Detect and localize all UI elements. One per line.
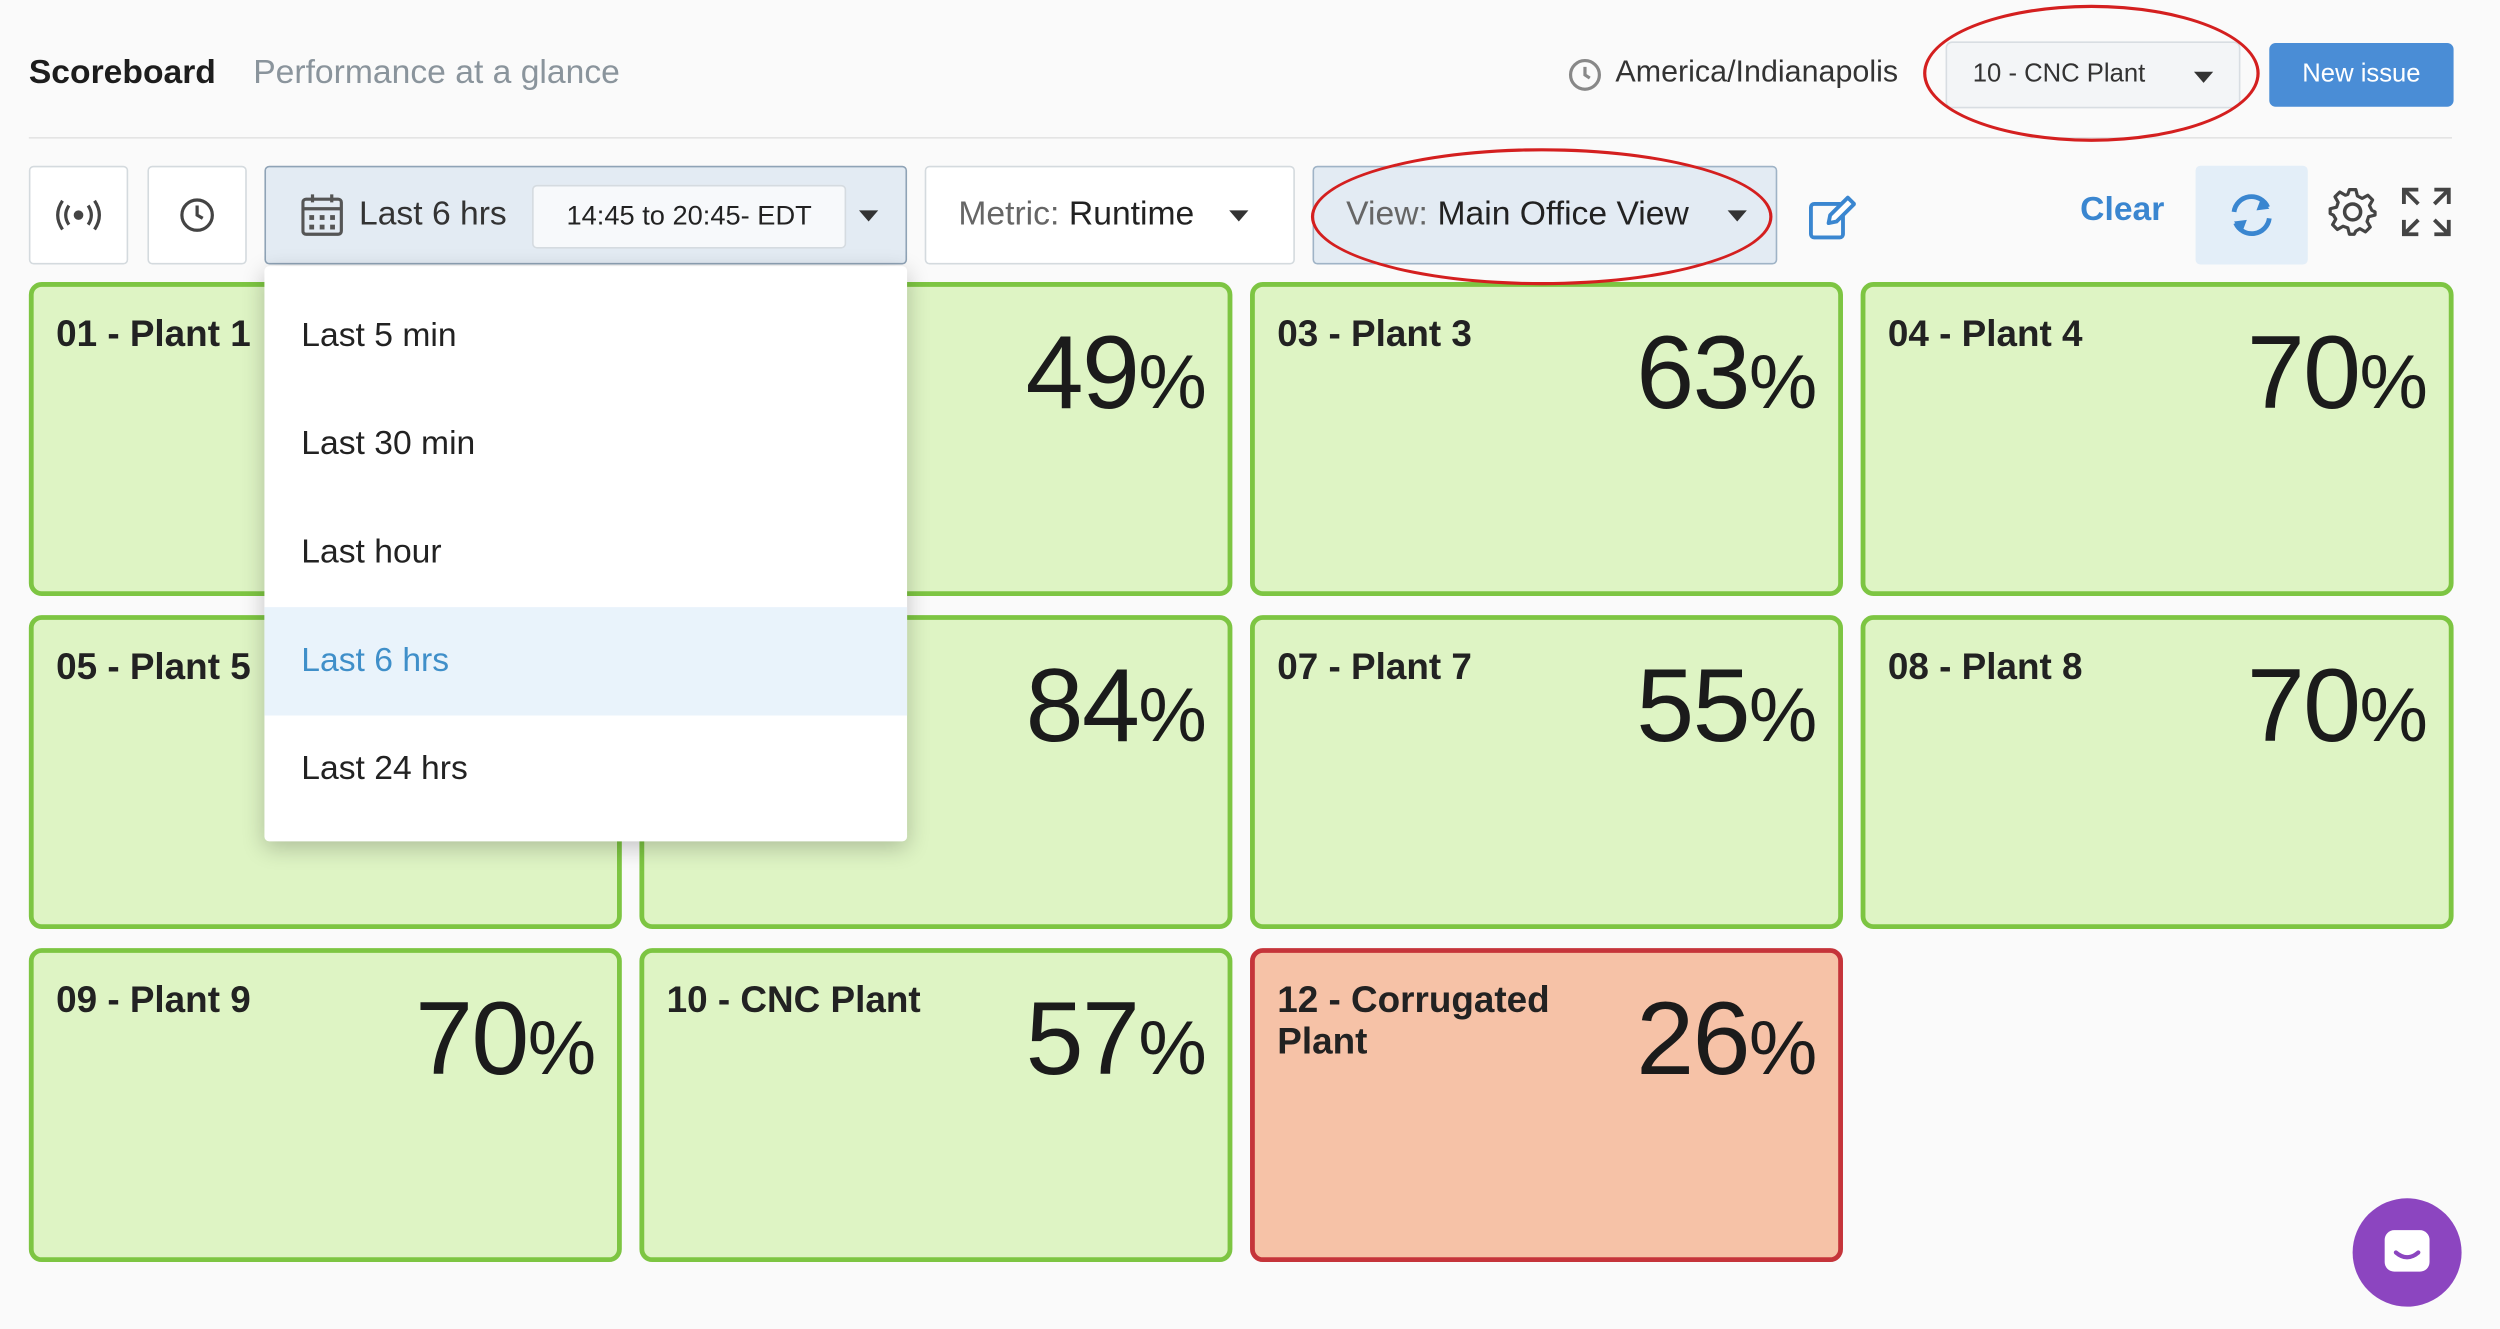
plant-tile[interactable]: 04 - Plant 4 70% xyxy=(1860,282,2454,596)
plant-name: 04 - Plant 4 xyxy=(1887,312,2083,354)
plant-name: 09 - Plant 9 xyxy=(56,978,251,1020)
gear-icon[interactable] xyxy=(2327,186,2378,237)
live-button[interactable] xyxy=(28,165,129,265)
menu-item-last-hour[interactable]: Last hour xyxy=(264,499,907,607)
edit-icon[interactable] xyxy=(1808,194,1856,242)
history-button[interactable] xyxy=(147,165,247,265)
plant-name: 01 - Plant 1 xyxy=(56,312,251,354)
clear-button[interactable]: Clear xyxy=(2080,191,2164,229)
refresh-icon xyxy=(2231,194,2272,236)
plant-runtime-value: 70% xyxy=(2246,645,2428,777)
annotation-circle-view xyxy=(1310,148,1773,286)
runtime-number: 49 xyxy=(1025,313,1140,431)
plant-tile[interactable]: 10 - CNC Plant 57% xyxy=(639,948,1233,1263)
metric-select[interactable]: Metric: Runtime xyxy=(924,165,1295,265)
plant-name: 03 - Plant 3 xyxy=(1277,312,1472,354)
percent-sign: % xyxy=(1138,341,1206,426)
runtime-number: 70 xyxy=(415,980,529,1097)
page-title: Scoreboard xyxy=(28,54,216,91)
percent-sign: % xyxy=(527,1007,596,1092)
time-range-label: Last 6 hrs xyxy=(358,196,507,233)
runtime-number: 26 xyxy=(1636,980,1750,1097)
plant-name: 10 - CNC Plant xyxy=(666,978,921,1020)
percent-sign: % xyxy=(2359,341,2428,426)
chat-icon xyxy=(2384,1230,2430,1272)
menu-item-last-6-hrs[interactable]: Last 6 hrs xyxy=(264,607,908,716)
runtime-number: 84 xyxy=(1025,646,1140,764)
runtime-number: 63 xyxy=(1636,313,1750,431)
clock-icon xyxy=(1568,58,1601,91)
clock-icon xyxy=(180,198,214,232)
percent-sign: % xyxy=(1138,674,1206,759)
percent-sign: % xyxy=(1748,674,1817,759)
chat-button[interactable] xyxy=(2352,1198,2462,1307)
metric-value: Runtime xyxy=(1068,196,1195,233)
calendar-icon xyxy=(301,194,343,236)
timezone-label: America/Indianapolis xyxy=(1615,55,1899,90)
live-broadcast-icon xyxy=(56,199,101,231)
new-issue-button[interactable]: New issue xyxy=(2269,43,2454,107)
plant-tile[interactable]: 07 - Plant 7 55% xyxy=(1250,615,1843,930)
refresh-button[interactable] xyxy=(2195,165,2308,265)
percent-sign: % xyxy=(1748,341,1817,426)
plant-tile[interactable]: 03 - Plant 3 63% xyxy=(1250,282,1843,596)
runtime-number: 57 xyxy=(1025,980,1140,1097)
chevron-down-icon xyxy=(858,210,879,222)
plant-runtime-value: 55% xyxy=(1636,645,1817,777)
plant-name: 07 - Plant 7 xyxy=(1277,645,1472,687)
plant-runtime-value: 49% xyxy=(1025,312,1207,444)
time-range-picker[interactable]: Last 6 hrs 14:45 to 20:45- EDT xyxy=(264,165,908,265)
time-range-window: 14:45 to 20:45- EDT xyxy=(532,184,847,249)
runtime-number: 70 xyxy=(2246,313,2361,431)
plant-runtime-value: 70% xyxy=(2246,312,2428,444)
plant-runtime-value: 70% xyxy=(415,978,596,1110)
chevron-down-icon xyxy=(1229,210,1249,222)
page-subtitle: Performance at a glance xyxy=(253,54,620,91)
fullscreen-icon[interactable] xyxy=(2401,186,2452,237)
plant-name: 05 - Plant 5 xyxy=(56,645,251,687)
menu-item-last-30-min[interactable]: Last 30 min xyxy=(264,390,907,498)
plant-tile[interactable]: 12 - Corrugated Plant 26% xyxy=(1250,948,1843,1263)
runtime-number: 70 xyxy=(2246,646,2361,764)
plant-runtime-value: 63% xyxy=(1636,312,1817,444)
percent-sign: % xyxy=(1748,1007,1817,1092)
plant-name: 08 - Plant 8 xyxy=(1887,645,2083,687)
plant-name: 12 - Corrugated Plant xyxy=(1277,978,1550,1062)
plant-tile[interactable]: 08 - Plant 8 70% xyxy=(1860,615,2454,930)
percent-sign: % xyxy=(2359,674,2428,759)
runtime-number: 55 xyxy=(1636,646,1750,764)
metric-prefix: Metric: xyxy=(958,196,1060,233)
time-range-menu: Last 5 min Last 30 min Last hour Last 6 … xyxy=(264,266,908,842)
menu-item-last-5-min[interactable]: Last 5 min xyxy=(264,282,907,390)
plant-tile[interactable]: 09 - Plant 9 70% xyxy=(28,948,622,1263)
annotation-circle-plant xyxy=(1923,4,2260,142)
plant-runtime-value: 84% xyxy=(1025,645,1207,777)
plant-runtime-value: 57% xyxy=(1025,978,1207,1110)
menu-item-last-24-hrs[interactable]: Last 24 hrs xyxy=(264,715,907,823)
percent-sign: % xyxy=(1138,1007,1206,1092)
plant-runtime-value: 26% xyxy=(1636,978,1817,1110)
